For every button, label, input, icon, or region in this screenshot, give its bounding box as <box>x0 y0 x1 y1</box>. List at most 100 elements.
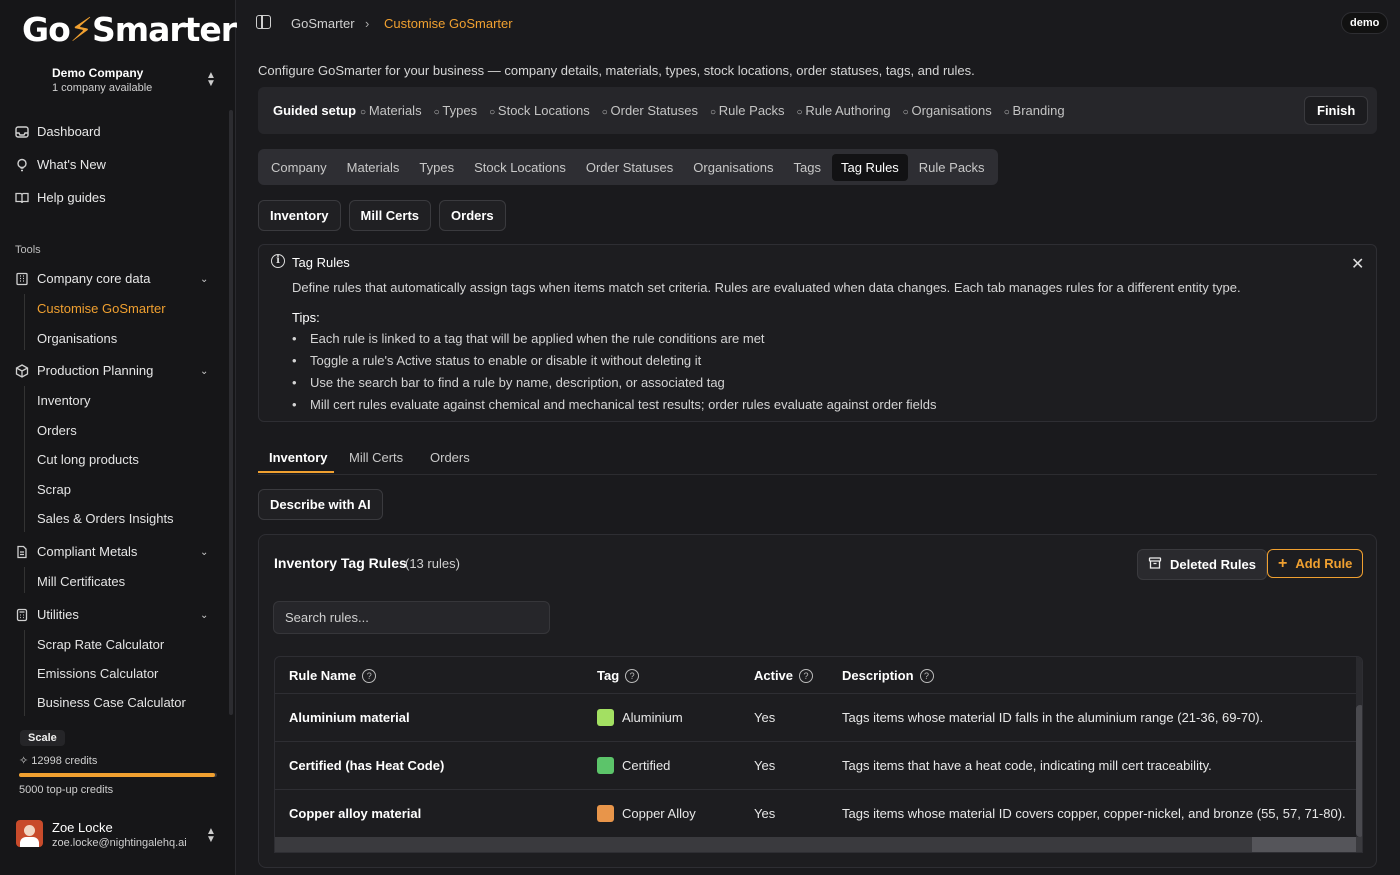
rule-count: (13 rules) <box>405 556 460 571</box>
column-description[interactable]: Description? <box>842 668 934 683</box>
sidebar-item-scrap-rate-calculator[interactable]: Scrap Rate Calculator <box>37 637 164 652</box>
rule-active: Yes <box>754 758 776 773</box>
user-name[interactable]: Zoe Locke <box>52 820 113 835</box>
column-tag[interactable]: Tag? <box>597 668 640 683</box>
tab-types[interactable]: Types <box>410 154 463 181</box>
chevrons-updown-icon[interactable]: ▲ ▼ <box>206 71 216 89</box>
sidebar-item-emissions-calculator[interactable]: Emissions Calculator <box>37 666 158 681</box>
card-title: Inventory Tag Rules <box>274 555 407 571</box>
deleted-rules-button[interactable]: Deleted Rules <box>1137 549 1267 580</box>
table-row[interactable]: Aluminium material Aluminium Yes Tags it… <box>275 694 1362 742</box>
sidebar-group-utilities[interactable]: Utilities <box>14 607 79 622</box>
inventory-button[interactable]: Inventory <box>258 200 341 231</box>
sparkle-icon: ✧ <box>19 755 32 767</box>
rule-description: Tags items whose material ID covers copp… <box>842 806 1346 821</box>
rule-name: Copper alloy material <box>289 806 422 821</box>
sidebar-item-organisations[interactable]: Organisations <box>37 331 117 346</box>
tab-organisations[interactable]: Organisations <box>684 154 782 181</box>
tab-stock-locations[interactable]: Stock Locations <box>465 154 575 181</box>
sidebar-item-business-case-calculator[interactable]: Business Case Calculator <box>37 695 186 710</box>
sidebar-item-mill-certificates[interactable]: Mill Certificates <box>37 574 125 589</box>
credits-count: ✧ 12998 credits <box>19 755 98 767</box>
sidebar-group-company-core[interactable]: Company core data <box>14 271 150 286</box>
document-icon <box>14 544 29 559</box>
sidebar-item-whats-new[interactable]: What's New <box>14 157 106 172</box>
info-description: Define rules that automatically assign t… <box>292 280 1241 295</box>
company-switcher[interactable]: Demo Company 1 company available <box>52 66 152 94</box>
tab-inventory[interactable]: Inventory <box>269 450 328 465</box>
chevron-down-icon[interactable]: ⌄ <box>200 547 208 558</box>
orders-button[interactable]: Orders <box>439 200 506 231</box>
sidebar-item-inventory[interactable]: Inventory <box>37 393 90 408</box>
guided-step[interactable]: Branding <box>1004 103 1065 118</box>
search-input[interactable] <box>273 601 550 634</box>
column-rule-name[interactable]: Rule Name? <box>289 668 377 683</box>
sidebar-group-compliant-metals[interactable]: Compliant Metals <box>14 544 137 559</box>
environment-badge: demo <box>1341 12 1389 34</box>
help-icon[interactable]: ? <box>625 668 640 683</box>
guided-step[interactable]: Order Statuses <box>602 103 698 118</box>
table-row[interactable]: Copper alloy material Copper Alloy Yes T… <box>275 790 1362 838</box>
avatar[interactable] <box>16 820 43 847</box>
tab-orders[interactable]: Orders <box>430 450 470 465</box>
sidebar-item-help-guides[interactable]: Help guides <box>14 190 106 205</box>
guided-step[interactable]: Rule Packs <box>710 103 785 118</box>
mill-certs-button[interactable]: Mill Certs <box>348 200 432 231</box>
active-tab-indicator <box>258 471 334 473</box>
tab-materials[interactable]: Materials <box>338 154 409 181</box>
sidebar-group-production-planning[interactable]: Production Planning <box>14 363 153 378</box>
chevron-down-icon[interactable]: ⌄ <box>200 610 208 621</box>
chevrons-updown-icon[interactable]: ▲ ▼ <box>206 827 216 845</box>
chevron-down-icon[interactable]: ⌄ <box>200 274 208 285</box>
sidebar-item-sales-orders-insights[interactable]: Sales & Orders Insights <box>37 511 174 526</box>
sidebar-item-label: Dashboard <box>37 124 101 139</box>
sidebar-scrollbar[interactable] <box>229 110 233 715</box>
rule-tag: Copper Alloy <box>597 804 696 822</box>
tag-color-swatch <box>597 708 614 726</box>
settings-tabs: Company Materials Types Stock Locations Orde… <box>258 149 998 185</box>
tools-section-label: Tools <box>15 244 41 256</box>
user-email[interactable]: zoe.locke@nightingalehq.ai <box>52 837 187 849</box>
table-row[interactable]: Certified (has Heat Code) Certified Yes … <box>275 742 1362 790</box>
tip-item: Toggle a rule's Active status to enable … <box>292 353 936 375</box>
sidebar-item-orders[interactable]: Orders <box>37 423 77 438</box>
guided-step[interactable]: Organisations <box>903 103 991 118</box>
table-vertical-scrollbar[interactable] <box>1356 657 1362 837</box>
guided-step[interactable]: Rule Authoring <box>797 103 890 118</box>
help-icon[interactable]: ? <box>799 668 814 683</box>
tab-company[interactable]: Company <box>262 154 336 181</box>
sidebar-toggle-icon[interactable] <box>256 15 271 29</box>
sidebar-item-customise-gosmarter[interactable]: Customise GoSmarter <box>37 301 166 316</box>
tab-tag-rules[interactable]: Tag Rules <box>831 153 908 181</box>
column-active[interactable]: Active? <box>754 668 814 683</box>
tab-tags[interactable]: Tags <box>785 154 830 181</box>
guided-step[interactable]: Stock Locations <box>489 103 590 118</box>
guided-step[interactable]: Types <box>434 103 477 118</box>
help-icon[interactable]: ? <box>362 668 377 683</box>
rule-name: Aluminium material <box>289 710 410 725</box>
describe-with-ai-button[interactable]: Describe with AI <box>258 489 383 520</box>
sidebar: Go⚡Smarter Demo Company 1 company availa… <box>0 0 237 875</box>
app-logo[interactable]: Go⚡Smarter <box>22 10 237 49</box>
sidebar-tree-line <box>24 567 25 593</box>
tips-list: Each rule is linked to a tag that will b… <box>292 331 936 419</box>
help-icon[interactable]: ? <box>919 668 934 683</box>
chevron-down-icon[interactable]: ⌄ <box>200 366 208 377</box>
sidebar-item-label: What's New <box>37 157 106 172</box>
close-icon[interactable]: ✕ <box>1351 254 1364 274</box>
tab-order-statuses[interactable]: Order Statuses <box>577 154 682 181</box>
sidebar-tree-line <box>24 630 25 716</box>
tab-rule-packs[interactable]: Rule Packs <box>910 154 994 181</box>
breadcrumb-root[interactable]: GoSmarter <box>291 16 355 31</box>
breadcrumb-current: Customise GoSmarter <box>384 16 513 31</box>
sidebar-item-cut-long-products[interactable]: Cut long products <box>37 452 139 467</box>
add-rule-button[interactable]: + Add Rule <box>1267 549 1364 578</box>
tab-mill-certs[interactable]: Mill Certs <box>349 450 403 465</box>
rule-tag: Aluminium <box>597 708 683 726</box>
rule-description: Tags items that have a heat code, indica… <box>842 758 1212 773</box>
guided-step[interactable]: Materials <box>360 103 422 118</box>
sidebar-item-dashboard[interactable]: Dashboard <box>14 124 101 139</box>
finish-button[interactable]: Finish <box>1304 96 1369 125</box>
table-horizontal-scrollbar[interactable] <box>275 837 1362 852</box>
sidebar-item-scrap[interactable]: Scrap <box>37 482 71 497</box>
